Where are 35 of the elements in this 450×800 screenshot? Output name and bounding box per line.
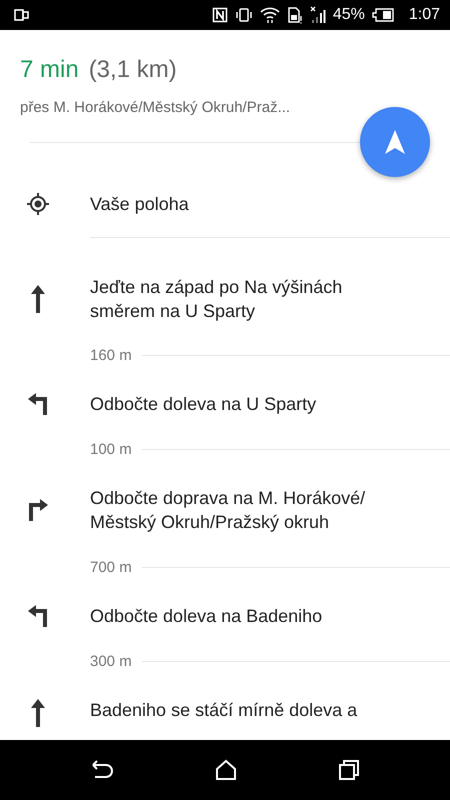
screen-mirror-icon <box>14 7 30 23</box>
turn-left-arrow-icon <box>27 392 49 416</box>
vibrate-icon <box>234 7 253 23</box>
step-distance: 300 m <box>90 652 132 670</box>
battery-icon <box>372 8 394 22</box>
route-via-text: přes M. Horákové/Městský Okruh/Praž... <box>20 98 292 118</box>
turn-left-arrow-icon <box>27 604 49 628</box>
step-distance: 160 m <box>90 346 132 364</box>
battery-percentage: 45% <box>332 6 365 24</box>
navigate-button[interactable] <box>360 107 430 177</box>
sim-card-icon <box>286 6 303 24</box>
clock: 1:07 <box>408 6 440 24</box>
my-location-icon <box>26 192 50 216</box>
step-instruction: Jeďte na západ po Na výšinách <box>90 276 342 299</box>
navigation-arrow-icon <box>384 129 406 155</box>
step-instruction: Městský Okruh/Pražský okruh <box>90 511 330 534</box>
step-instruction: Odbočte doprava na M. Horákové/ <box>90 487 366 510</box>
distance-text: (3,1 km) <box>88 55 177 85</box>
step-instruction: směrem na U Sparty <box>90 300 256 323</box>
nfc-icon <box>212 7 228 23</box>
step-instruction: Badeniho se stáčí mírně doleva a <box>90 699 358 722</box>
home-icon[interactable] <box>214 759 237 781</box>
step-instruction: Odbočte doleva na U Sparty <box>90 393 316 416</box>
straight-arrow-icon <box>30 284 46 314</box>
location-label[interactable]: Vaše poloha <box>90 192 189 216</box>
turn-right-arrow-icon <box>27 498 49 522</box>
step-distance: 100 m <box>90 440 132 458</box>
straight-arrow-icon <box>30 698 46 728</box>
recent-apps-icon[interactable] <box>338 759 360 781</box>
duration-text: 7 min <box>20 55 79 85</box>
signal-icon <box>310 6 326 24</box>
step-distance: 700 m <box>90 558 132 576</box>
step-instruction: Odbočte doleva na Badeniho <box>90 605 322 628</box>
wifi-icon <box>260 6 280 24</box>
back-icon[interactable] <box>90 759 114 781</box>
